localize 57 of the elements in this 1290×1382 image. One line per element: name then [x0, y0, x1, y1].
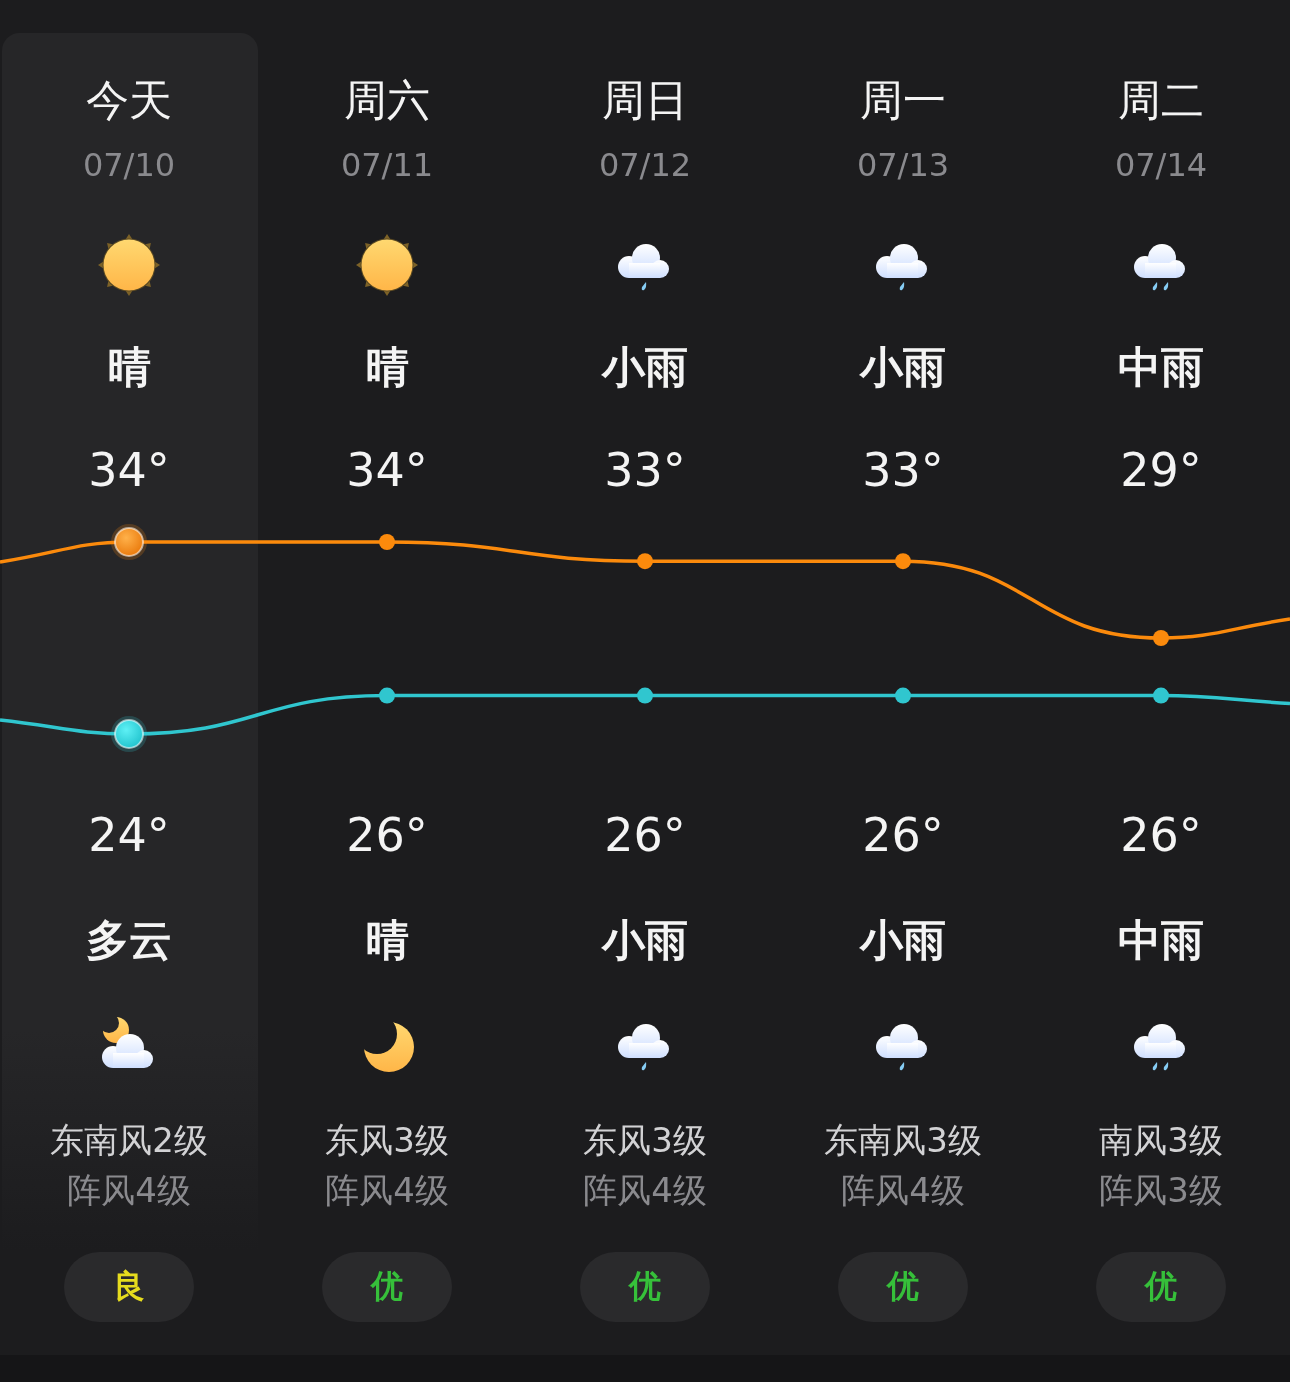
wind-label: 东风3级: [583, 1119, 707, 1162]
air-quality-badge: 优: [1096, 1252, 1226, 1322]
night-condition-label: 中雨: [1118, 914, 1204, 967]
air-quality-badge: 优: [838, 1252, 968, 1322]
night-condition-label: 小雨: [860, 914, 946, 967]
night-condition-label: 多云: [86, 914, 172, 967]
air-quality-badge: 优: [580, 1252, 710, 1322]
air-quality-badge: 优: [322, 1252, 452, 1322]
night-condition-label: 小雨: [602, 914, 688, 967]
day-condition-label: 晴: [365, 341, 409, 394]
temperature-point: [637, 687, 653, 704]
temperature-point: [379, 534, 395, 550]
temperature-point: [637, 553, 653, 570]
air-quality-badge: 良: [64, 1252, 194, 1322]
low-temperature: 24°: [88, 808, 170, 862]
date-label: 07/10: [82, 145, 176, 186]
day-label: 周二: [1118, 74, 1204, 127]
high-temperature: 34°: [346, 443, 428, 497]
day-condition-label: 小雨: [602, 341, 688, 394]
gust-label: 阵风4级: [841, 1169, 965, 1212]
day-label: 今天: [86, 74, 172, 127]
gust-label: 阵风4级: [67, 1169, 191, 1212]
high-temperature: 29°: [1120, 443, 1202, 497]
wind-label: 东南风2级: [50, 1119, 208, 1162]
low-temperature: 26°: [604, 808, 686, 862]
gust-label: 阵风4级: [325, 1169, 449, 1212]
day-label: 周日: [602, 74, 688, 127]
temperature-point: [1153, 687, 1169, 704]
day-label: 周一: [860, 74, 946, 127]
selected-temperature-point: [111, 716, 147, 752]
high-temperature: 33°: [862, 443, 944, 497]
low-temperature: 26°: [862, 808, 944, 862]
gust-label: 阵风3级: [1099, 1169, 1223, 1212]
temperature-point: [1153, 630, 1169, 646]
night-condition-label: 晴: [365, 914, 409, 967]
day-condition-label: 小雨: [860, 341, 946, 394]
sun-icon: [355, 233, 419, 297]
high-temperature: 33°: [604, 443, 686, 497]
day-condition-label: 晴: [107, 341, 151, 394]
wind-label: 南风3级: [1099, 1119, 1223, 1162]
day-condition-label: 中雨: [1118, 341, 1204, 394]
date-label: 07/12: [598, 145, 692, 186]
low-temperature: 26°: [1120, 808, 1202, 862]
day-label: 周六: [344, 74, 430, 127]
temperature-point: [895, 687, 911, 704]
date-label: 07/13: [856, 145, 950, 186]
temperature-point: [379, 687, 395, 704]
selected-temperature-point: [111, 524, 147, 560]
high-temperature: 34°: [88, 443, 170, 497]
date-label: 07/11: [340, 145, 434, 186]
temperature-point: [895, 553, 911, 570]
low-temperature: 26°: [346, 808, 428, 862]
wind-label: 东南风3级: [824, 1119, 982, 1162]
gust-label: 阵风4级: [583, 1169, 707, 1212]
sun-icon: [97, 233, 161, 297]
date-label: 07/14: [1114, 145, 1208, 186]
wind-label: 东风3级: [325, 1119, 449, 1162]
